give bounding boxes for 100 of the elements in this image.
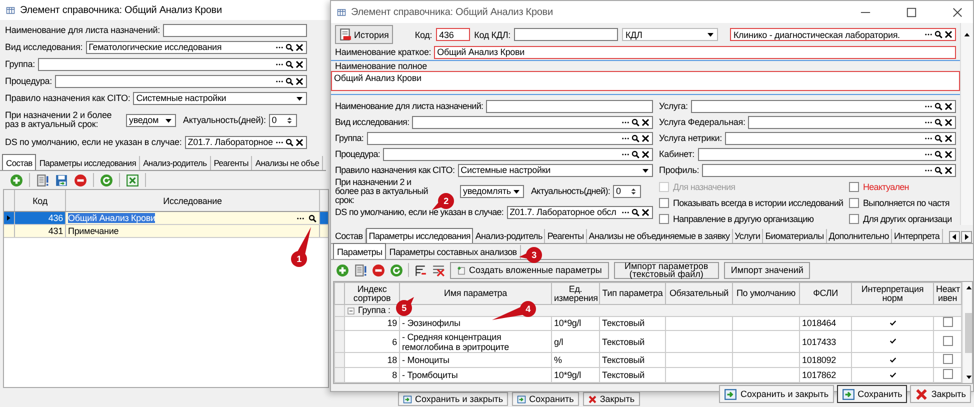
delete-icon[interactable] [372, 264, 385, 276]
lookup-field[interactable]: Z01.7. Лабораторное обсл [506, 206, 653, 218]
document-icon[interactable] [36, 174, 49, 186]
scroll-up-icon[interactable] [963, 31, 971, 39]
delete-icon[interactable] [74, 174, 87, 186]
column-header[interactable]: Имя параметра [400, 282, 552, 304]
checkbox[interactable] [942, 336, 952, 346]
tab[interactable]: Анализы не объединяемые в заявку [586, 229, 733, 243]
text-field[interactable] [162, 24, 307, 36]
column-header[interactable]: Тип параметра [600, 282, 666, 304]
clear-icon[interactable] [641, 208, 650, 216]
clear-icon[interactable] [944, 134, 953, 142]
checkbox[interactable] [942, 317, 952, 328]
lookup-field[interactable] [383, 148, 653, 160]
tab[interactable]: Параметры [333, 243, 386, 259]
clear-icon[interactable] [641, 150, 650, 158]
text-field[interactable]: Общий Анализ Крови [434, 46, 956, 58]
toolbar-button[interactable]: Импорт значений [724, 262, 810, 278]
lookup-field[interactable]: Клинико - диагностическая лаборатория. [730, 28, 956, 41]
clear-icon[interactable] [944, 118, 953, 126]
checkbox[interactable] [942, 369, 952, 380]
column-header[interactable]: Индекс сортиров [344, 282, 400, 304]
lookup-field[interactable] [412, 116, 653, 128]
search-icon[interactable] [285, 138, 294, 146]
grid-row[interactable]: 431 Примечание [4, 225, 328, 238]
close-button[interactable]: Закрыть [582, 392, 640, 406]
sort-icon[interactable] [414, 264, 427, 276]
column-header[interactable]: По умолчанию [732, 282, 800, 304]
spinner-icon[interactable] [284, 116, 294, 124]
scroll-left-icon[interactable] [949, 231, 960, 243]
dropdown[interactable]: уведомлять [460, 184, 524, 198]
add-icon[interactable] [336, 264, 349, 276]
text-area[interactable]: Общий Анализ Крови [331, 71, 960, 91]
save-button[interactable]: Сохранить [512, 392, 579, 406]
search-icon[interactable] [285, 42, 294, 52]
search-icon[interactable] [934, 102, 943, 110]
tab[interactable]: Дополнительно [826, 229, 892, 243]
column-header[interactable]: Неакт ивен [934, 282, 962, 304]
scroll-down-icon[interactable] [965, 373, 972, 381]
column-header[interactable]: Интерпретация норм [852, 282, 934, 304]
text-field[interactable] [486, 100, 653, 112]
checkbox[interactable] [849, 214, 859, 224]
checkbox-label[interactable]: Показывать всегда в истории исследований [673, 198, 844, 208]
tab[interactable]: Интерпрета [892, 229, 943, 243]
search-icon[interactable] [285, 60, 294, 68]
caret-icon[interactable] [706, 30, 716, 39]
lookup-field[interactable]: Гематологические исследования [86, 40, 307, 54]
tab[interactable]: Состав [2, 154, 36, 170]
collapse-icon[interactable] [347, 306, 355, 315]
column-header[interactable]: Исследование [66, 190, 320, 211]
spin-field[interactable]: 0 [268, 114, 297, 126]
tab[interactable]: Биоматериалы [763, 229, 827, 243]
tab[interactable]: Анализы не объе [252, 156, 324, 170]
search-icon[interactable] [934, 134, 943, 142]
refresh-icon[interactable] [100, 174, 113, 186]
tab[interactable]: Параметры исследования [366, 228, 474, 243]
checkbox[interactable] [942, 354, 952, 364]
search-icon[interactable] [934, 118, 943, 126]
text-field[interactable] [514, 28, 618, 41]
lookup-field[interactable]: Z01.7. Лабораторное [184, 136, 307, 148]
tab[interactable]: Услуги [732, 229, 764, 243]
search-icon[interactable] [631, 118, 640, 126]
dropdown[interactable]: Системные настройки [458, 164, 653, 176]
checkbox[interactable] [659, 198, 669, 208]
search-icon[interactable] [934, 30, 943, 39]
lookup-field[interactable] [55, 74, 307, 88]
spin-field[interactable]: 0 [613, 184, 641, 198]
scroll-right-icon[interactable] [961, 231, 972, 243]
lookup-field[interactable] [698, 148, 956, 160]
search-icon[interactable] [631, 150, 640, 158]
add-icon[interactable] [10, 174, 23, 186]
search-icon[interactable] [285, 76, 294, 86]
lookup-field[interactable] [748, 116, 956, 128]
column-header[interactable]: Код [15, 190, 66, 211]
column-header[interactable]: Обязательный [666, 282, 732, 304]
cell-editor[interactable]: Общий Анализ Крови [66, 212, 320, 224]
clear-icon[interactable] [944, 166, 953, 174]
column-header[interactable]: Ед. измерения [552, 282, 600, 304]
lookup-field[interactable] [725, 132, 956, 144]
checkbox-label[interactable]: Неактуален [863, 182, 909, 192]
lookup-field[interactable] [366, 132, 653, 144]
toolbar-button[interactable]: Импорт параметров (текстовый файл) [614, 262, 719, 278]
clear-icon[interactable] [295, 60, 304, 68]
checkbox[interactable] [849, 182, 859, 192]
text-field[interactable]: 436 [436, 28, 470, 41]
save-and-close-button[interactable]: Сохранить и закрыть [719, 385, 834, 403]
maximize-icon[interactable] [906, 6, 917, 18]
tab[interactable]: Состав [333, 229, 366, 243]
lookup-field[interactable] [690, 100, 956, 112]
tab[interactable]: Реагенты [545, 229, 587, 243]
tab[interactable]: Анализ-родитель [140, 156, 211, 170]
clear-icon[interactable] [944, 150, 953, 158]
scroll-up-icon[interactable] [965, 284, 972, 292]
checkbox-label[interactable]: Для других организаци [863, 214, 952, 224]
clear-icon[interactable] [295, 76, 304, 86]
search-icon[interactable] [631, 208, 640, 216]
save-and-close-button[interactable]: Сохранить и закрыть [398, 392, 508, 406]
tab[interactable]: Анализ-родитель [473, 229, 546, 243]
clear-icon[interactable] [295, 138, 304, 146]
lookup-field[interactable] [702, 164, 956, 176]
